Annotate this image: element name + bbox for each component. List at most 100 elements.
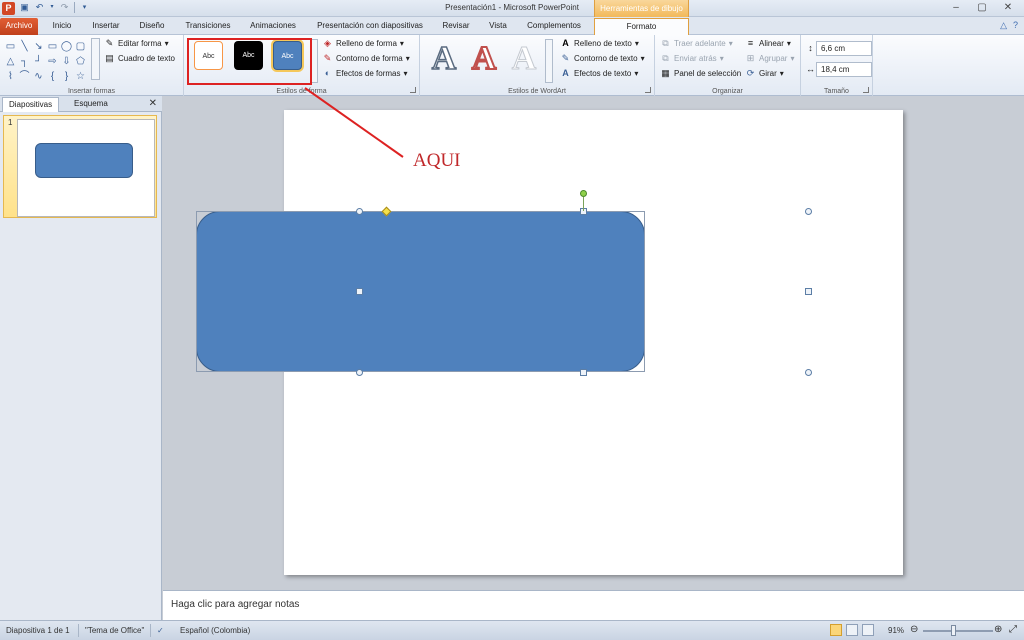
close-icon[interactable]: ✕ xyxy=(149,98,157,109)
text-effects-button[interactable]: A Efectos de texto ▾ xyxy=(560,68,638,79)
rectangle-shape-icon[interactable]: ▭ xyxy=(46,39,59,54)
slide-thumbnail-selected[interactable]: 1 xyxy=(3,115,157,218)
shape-effects-label: Efectos de formas xyxy=(336,69,401,78)
tab-formato[interactable]: Formato xyxy=(594,18,689,35)
curve-shape-icon[interactable]: ⌇ xyxy=(4,69,17,84)
edit-shape-button[interactable]: ✎ Editar forma ▾ xyxy=(104,38,169,49)
chevron-down-icon: ▾ xyxy=(728,39,733,48)
wordart-style-red[interactable]: A xyxy=(467,40,501,78)
star-shape-icon[interactable]: ☆ xyxy=(74,69,87,84)
elbow-connector-shape-icon[interactable]: ┐ xyxy=(18,54,31,69)
help-icon[interactable]: ? xyxy=(1013,20,1018,31)
chevron-down-icon: ▾ xyxy=(640,54,645,63)
zoom-out-icon[interactable]: ⊖ xyxy=(910,624,918,635)
align-button[interactable]: ≡ Alinear ▾ xyxy=(745,38,791,49)
resize-handle-bottom-right[interactable] xyxy=(805,369,812,376)
arrow-line-shape-icon[interactable]: ↘ xyxy=(32,39,45,54)
chevron-down-icon: ▾ xyxy=(719,54,724,63)
tab-animaciones[interactable]: Animaciones xyxy=(244,18,302,35)
fit-slide-icon[interactable]: ⤢ xyxy=(1009,624,1017,635)
elbow-arrow-shape-icon[interactable]: ┘ xyxy=(32,54,45,69)
zoom-level[interactable]: 91% xyxy=(888,626,904,635)
freeform-shape-icon[interactable]: ∿ xyxy=(32,69,45,84)
normal-view-button[interactable] xyxy=(830,624,842,636)
dialog-launcher-icon[interactable] xyxy=(863,87,869,93)
right-brace-shape-icon[interactable]: } xyxy=(60,69,73,84)
group-button[interactable]: ⊞ Agrupar ▾ xyxy=(745,53,795,64)
tab-transiciones[interactable]: Transiciones xyxy=(180,18,236,35)
resize-handle-top-left[interactable] xyxy=(356,208,363,215)
window-title: Presentación1 - Microsoft PowerPoint xyxy=(445,3,579,12)
arc-shape-icon[interactable]: ⌒ xyxy=(18,69,31,84)
resize-handle-bottom-left[interactable] xyxy=(356,369,363,376)
notes-placeholder[interactable]: Haga clic para agregar notas xyxy=(171,599,299,610)
pen-icon: ✎ xyxy=(323,53,332,63)
shape-fill-button[interactable]: ◈ Relleno de forma ▾ xyxy=(322,38,404,49)
ribbon-right-icons: △ ? xyxy=(1000,20,1018,31)
resize-handle-right[interactable] xyxy=(805,288,812,295)
zoom-in-icon[interactable]: ⊕ xyxy=(994,624,1002,635)
textbox-shape-icon[interactable]: ▭ xyxy=(4,39,17,54)
rounded-rect-shape-icon[interactable]: ▢ xyxy=(74,39,87,54)
tab-vista[interactable]: Vista xyxy=(482,18,514,35)
minimize-button[interactable]: – xyxy=(944,1,968,15)
paint-bucket-icon: ◈ xyxy=(324,38,331,48)
text-box-button[interactable]: ▤ Cuadro de texto xyxy=(104,53,175,64)
send-backward-icon: ⧉ xyxy=(662,53,669,63)
group-arrange: ⧉ Traer adelante ▾ ⧉ Enviar atrás ▾ ▦ Pa… xyxy=(655,35,801,96)
status-separator xyxy=(78,624,79,637)
tab-diapositivas[interactable]: Diapositivas xyxy=(2,97,60,112)
left-brace-shape-icon[interactable]: { xyxy=(46,69,59,84)
rotation-handle[interactable] xyxy=(580,190,587,197)
theme-name[interactable]: "Tema de Office" xyxy=(85,626,144,635)
triangle-shape-icon[interactable]: △ xyxy=(4,54,17,69)
spell-check-icon[interactable]: ✓ xyxy=(157,626,164,635)
notes-pane[interactable]: Haga clic para agregar notas xyxy=(163,590,1024,620)
zoom-slider[interactable] xyxy=(923,630,993,632)
right-arrow-shape-icon[interactable]: ⇨ xyxy=(46,54,59,69)
tab-presentacion[interactable]: Presentación con diapositivas xyxy=(310,18,430,35)
line-shape-icon[interactable]: ╲ xyxy=(18,39,31,54)
text-fill-button[interactable]: A Relleno de texto ▾ xyxy=(560,38,639,49)
height-field[interactable]: 6,6 cm xyxy=(816,41,872,56)
tab-esquema[interactable]: Esquema xyxy=(68,97,114,112)
minimize-ribbon-icon[interactable]: △ xyxy=(1000,20,1007,31)
ribbon: ▭ ╲ ↘ ▭ ◯ ▢ △ ┐ ┘ ⇨ ⇩ ⬠ ⌇ ⌒ ∿ { } ☆ ✎ Ed… xyxy=(0,35,1024,96)
send-backward-button[interactable]: ⧉ Enviar atrás ▾ xyxy=(660,53,724,64)
shapes-more-scroll[interactable] xyxy=(91,38,100,80)
zoom-slider-thumb[interactable] xyxy=(951,625,956,636)
wordart-style-light[interactable]: A xyxy=(507,40,541,77)
slide-thumbnail[interactable] xyxy=(17,119,155,217)
width-field[interactable]: 18,4 cm xyxy=(816,62,872,77)
maximize-button[interactable]: ▢ xyxy=(970,1,994,15)
tab-diseno[interactable]: Diseño xyxy=(134,18,170,35)
group-icon: ⊞ xyxy=(746,53,755,63)
pentagon-shape-icon[interactable]: ⬠ xyxy=(74,54,87,69)
wordart-styles-scroll[interactable] xyxy=(545,39,553,83)
tab-revisar[interactable]: Revisar xyxy=(438,18,474,35)
tab-complementos[interactable]: Complementos xyxy=(522,18,586,35)
shape-effects-button[interactable]: ◐ Efectos de formas ▾ xyxy=(322,68,408,79)
selection-pane-button[interactable]: ▦ Panel de selección xyxy=(660,68,741,79)
slide-number: 1 xyxy=(8,118,13,127)
wordart-style-plain[interactable]: A xyxy=(427,40,461,78)
resize-handle-top-right[interactable] xyxy=(805,208,812,215)
shape-outline-button[interactable]: ✎ Contorno de forma ▾ xyxy=(322,53,410,64)
edit-shape-label: Editar forma xyxy=(118,39,162,48)
text-outline-button[interactable]: ✎ Contorno de texto ▾ xyxy=(560,53,645,64)
shapes-gallery[interactable]: ▭ ╲ ↘ ▭ ◯ ▢ △ ┐ ┘ ⇨ ⇩ ⬠ ⌇ ⌒ ∿ { } ☆ xyxy=(4,39,101,84)
slide-sorter-view-button[interactable] xyxy=(846,624,858,636)
bring-forward-button[interactable]: ⧉ Traer adelante ▾ xyxy=(660,38,733,49)
tab-insertar[interactable]: Insertar xyxy=(86,18,126,35)
resize-handle-left[interactable] xyxy=(356,288,363,295)
dialog-launcher-icon[interactable] xyxy=(645,87,651,93)
resize-handle-bottom[interactable] xyxy=(580,369,587,376)
down-arrow-shape-icon[interactable]: ⇩ xyxy=(60,54,73,69)
tab-inicio[interactable]: Inicio xyxy=(46,18,78,35)
close-button[interactable]: ✕ xyxy=(996,1,1020,15)
language-status[interactable]: Español (Colombia) xyxy=(180,626,250,635)
rotate-button[interactable]: ⟳ Girar ▾ xyxy=(745,68,784,79)
tab-archivo[interactable]: Archivo xyxy=(0,18,38,35)
dialog-launcher-icon[interactable] xyxy=(410,87,416,93)
oval-shape-icon[interactable]: ◯ xyxy=(60,39,73,54)
